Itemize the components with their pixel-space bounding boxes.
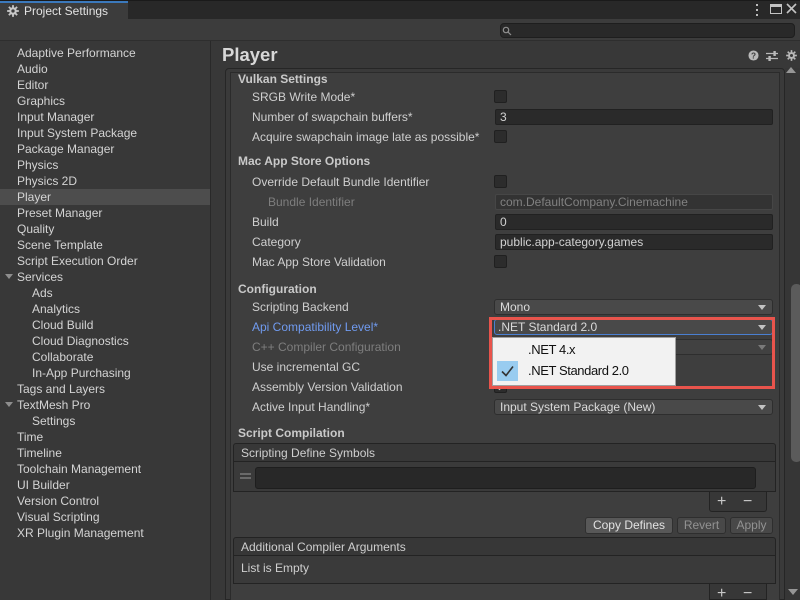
svg-text:?: ? [751, 51, 756, 60]
